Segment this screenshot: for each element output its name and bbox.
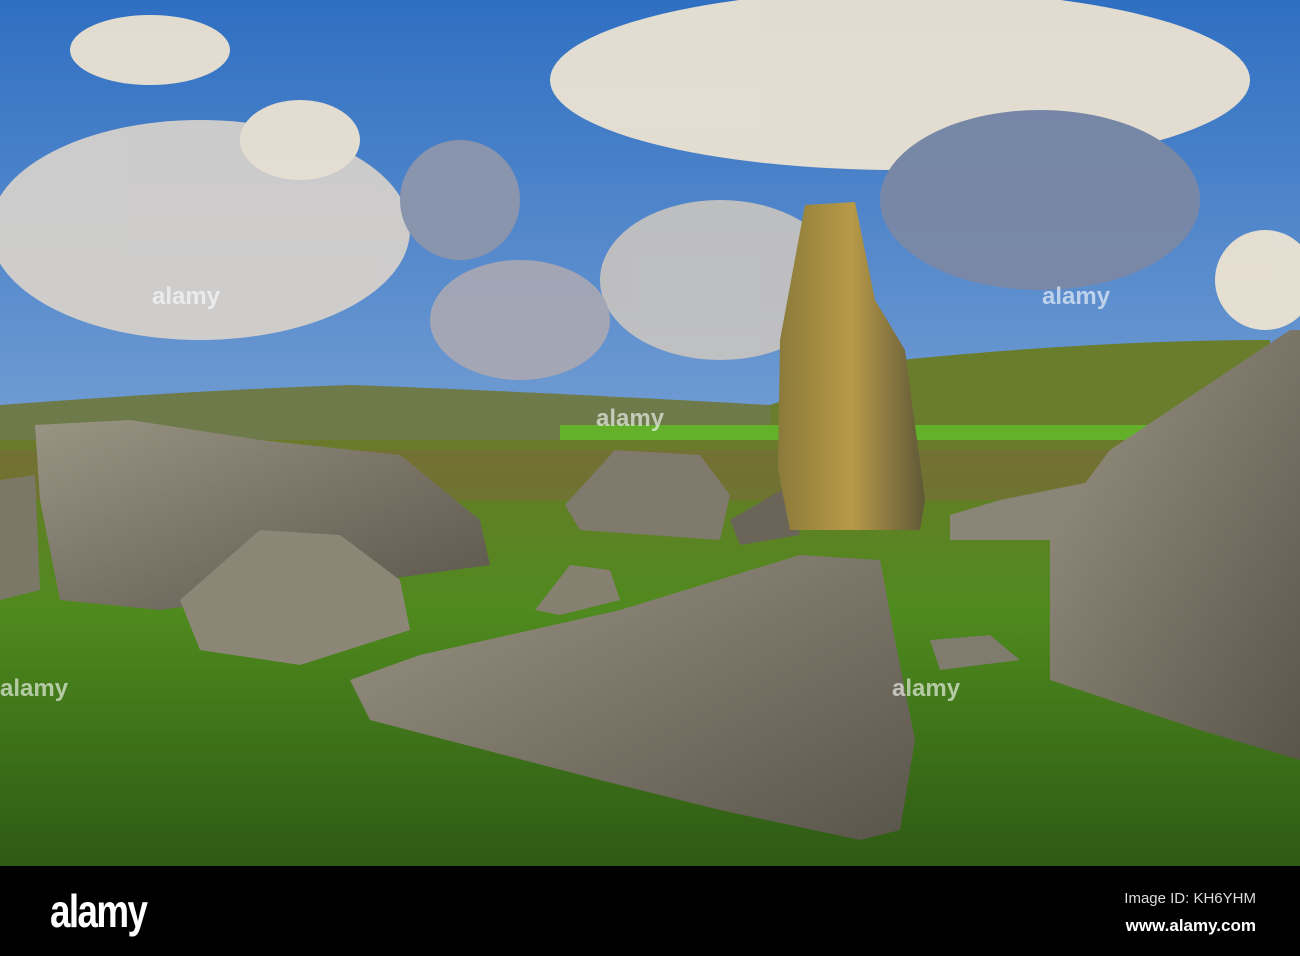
watermark: alamy [892, 675, 961, 702]
stock-photo-page: alamy alamy alamy alamy alamy alamy Imag… [0, 0, 1300, 956]
watermark: alamy [1042, 283, 1111, 310]
alamy-logo: alamy [50, 885, 148, 937]
image-id: Image ID: KH6YHM [1124, 890, 1256, 907]
watermark: alamy [596, 405, 665, 432]
watermark: alamy [152, 283, 221, 310]
watermark: alamy [0, 675, 69, 702]
footer-bar: alamy Image ID: KH6YHM www.alamy.com [0, 866, 1300, 956]
website-link[interactable]: www.alamy.com [1126, 916, 1256, 936]
landscape-photo [0, 0, 1300, 866]
